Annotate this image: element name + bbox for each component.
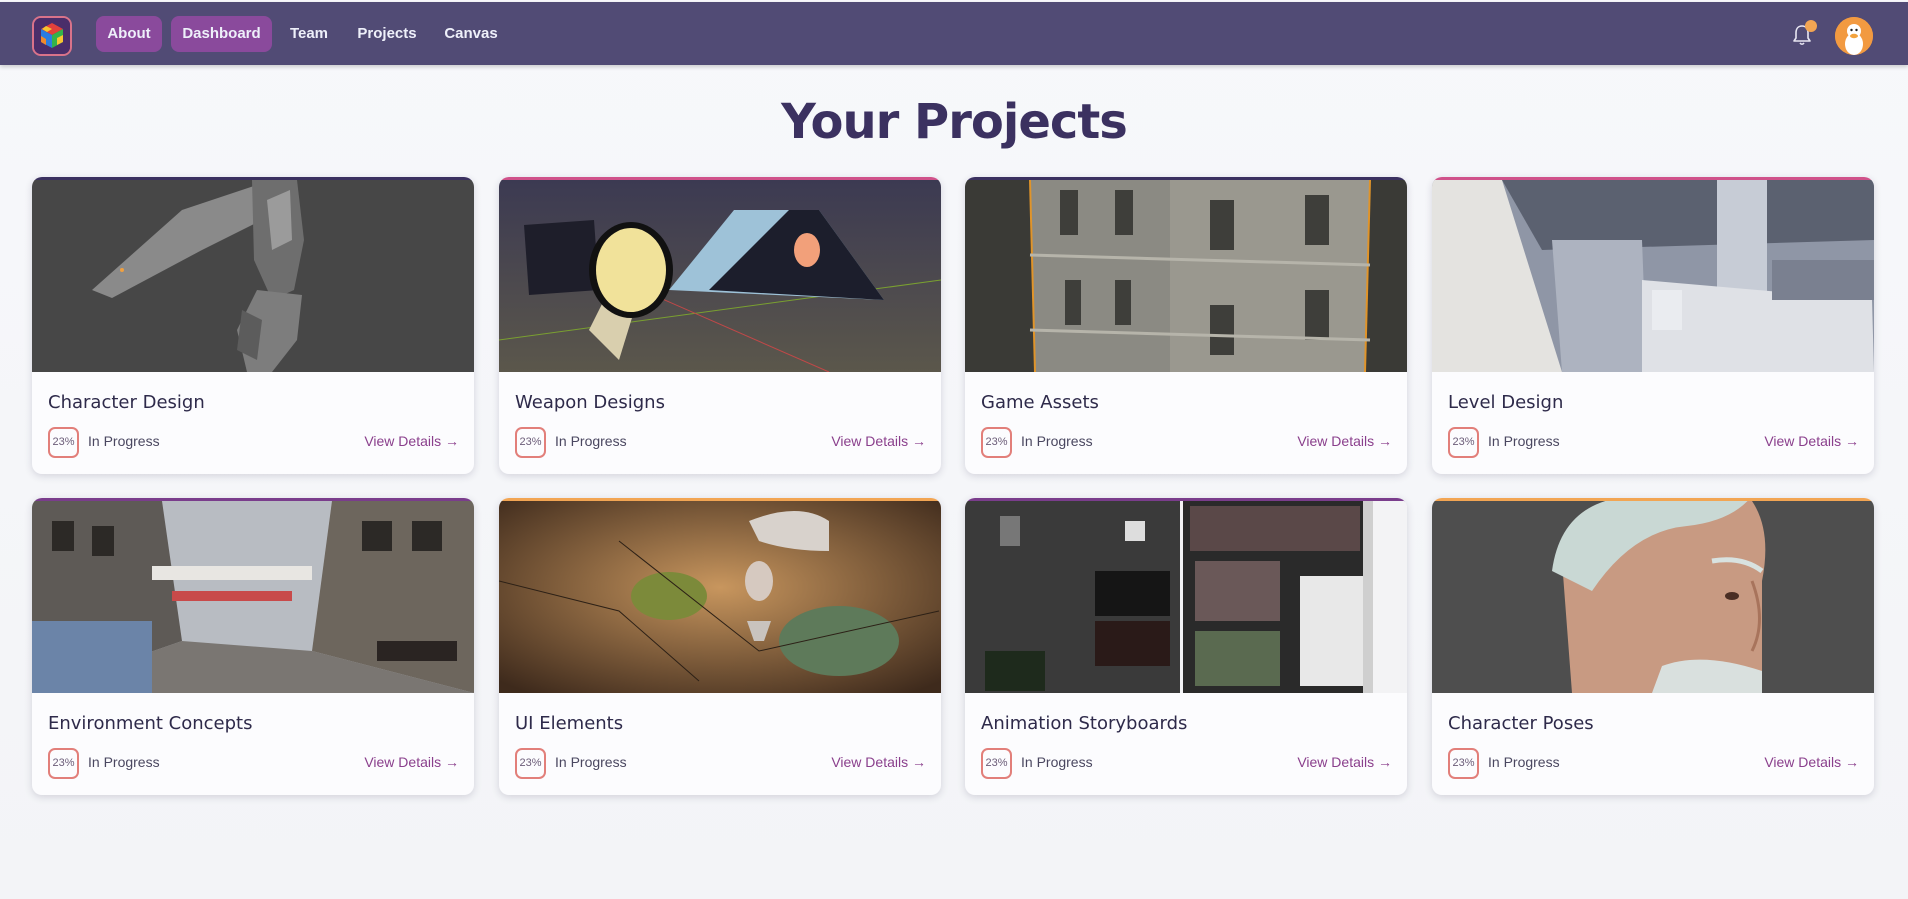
project-thumbnail	[965, 180, 1407, 372]
status-text: In Progress	[555, 754, 627, 770]
project-title: Level Design	[1448, 392, 1564, 413]
project-thumbnail	[32, 180, 474, 372]
project-card[interactable]: Game Assets 23% In Progress View Details…	[965, 177, 1407, 474]
progress-badge: 23%	[515, 748, 546, 779]
project-title: Environment Concepts	[48, 713, 253, 734]
view-details-link[interactable]: View Details →	[364, 754, 459, 770]
progress-badge: 23%	[48, 427, 79, 458]
status-text: In Progress	[1488, 433, 1560, 449]
nav-projects[interactable]: Projects	[356, 16, 418, 52]
app-logo-icon[interactable]	[32, 16, 72, 56]
status-text: In Progress	[555, 433, 627, 449]
project-title: Character Poses	[1448, 713, 1594, 734]
status-text: In Progress	[1021, 433, 1093, 449]
project-card[interactable]: Level Design 23% In Progress View Detail…	[1432, 177, 1874, 474]
project-title: Animation Storyboards	[981, 713, 1188, 734]
progress-badge: 23%	[1448, 748, 1479, 779]
view-details-link[interactable]: View Details →	[1764, 754, 1859, 770]
project-thumbnail	[965, 501, 1407, 693]
project-card[interactable]: Weapon Designs 23% In Progress View Deta…	[499, 177, 941, 474]
status-text: In Progress	[1021, 754, 1093, 770]
status-text: In Progress	[88, 433, 160, 449]
top-navbar: About Dashboard Team Projects Canvas	[0, 2, 1908, 65]
view-details-link[interactable]: View Details →	[1297, 433, 1392, 449]
progress-badge: 23%	[515, 427, 546, 458]
page-title: Your Projects	[781, 94, 1128, 150]
view-details-link[interactable]: View Details →	[831, 754, 926, 770]
view-details-link[interactable]: View Details →	[1764, 433, 1859, 449]
progress-badge: 23%	[1448, 427, 1479, 458]
project-thumbnail	[1432, 180, 1874, 372]
project-card[interactable]: Character Poses 23% In Progress View Det…	[1432, 498, 1874, 795]
user-avatar[interactable]	[1835, 17, 1873, 55]
project-card[interactable]: Animation Storyboards 23% In Progress Vi…	[965, 498, 1407, 795]
progress-badge: 23%	[981, 427, 1012, 458]
project-title: Game Assets	[981, 392, 1099, 413]
view-details-link[interactable]: View Details →	[831, 433, 926, 449]
project-card[interactable]: Character Design 23% In Progress View De…	[32, 177, 474, 474]
view-details-link[interactable]: View Details →	[364, 433, 459, 449]
project-thumbnail	[32, 501, 474, 693]
project-title: Weapon Designs	[515, 392, 665, 413]
project-thumbnail	[1432, 501, 1874, 693]
project-title: UI Elements	[515, 713, 624, 734]
project-title: Character Design	[48, 392, 205, 413]
nav-team[interactable]: Team	[285, 16, 333, 52]
view-details-link[interactable]: View Details →	[1297, 754, 1392, 770]
project-thumbnail	[499, 501, 941, 693]
progress-badge: 23%	[48, 748, 79, 779]
status-text: In Progress	[88, 754, 160, 770]
notification-dot	[1805, 20, 1817, 32]
project-thumbnail	[499, 180, 941, 372]
status-text: In Progress	[1488, 754, 1560, 770]
project-card[interactable]: UI Elements 23% In Progress View Details…	[499, 498, 941, 795]
nav-about[interactable]: About	[96, 16, 162, 52]
project-card[interactable]: Environment Concepts 23% In Progress Vie…	[32, 498, 474, 795]
nav-dashboard[interactable]: Dashboard	[171, 16, 272, 52]
progress-badge: 23%	[981, 748, 1012, 779]
nav-canvas[interactable]: Canvas	[443, 16, 499, 52]
